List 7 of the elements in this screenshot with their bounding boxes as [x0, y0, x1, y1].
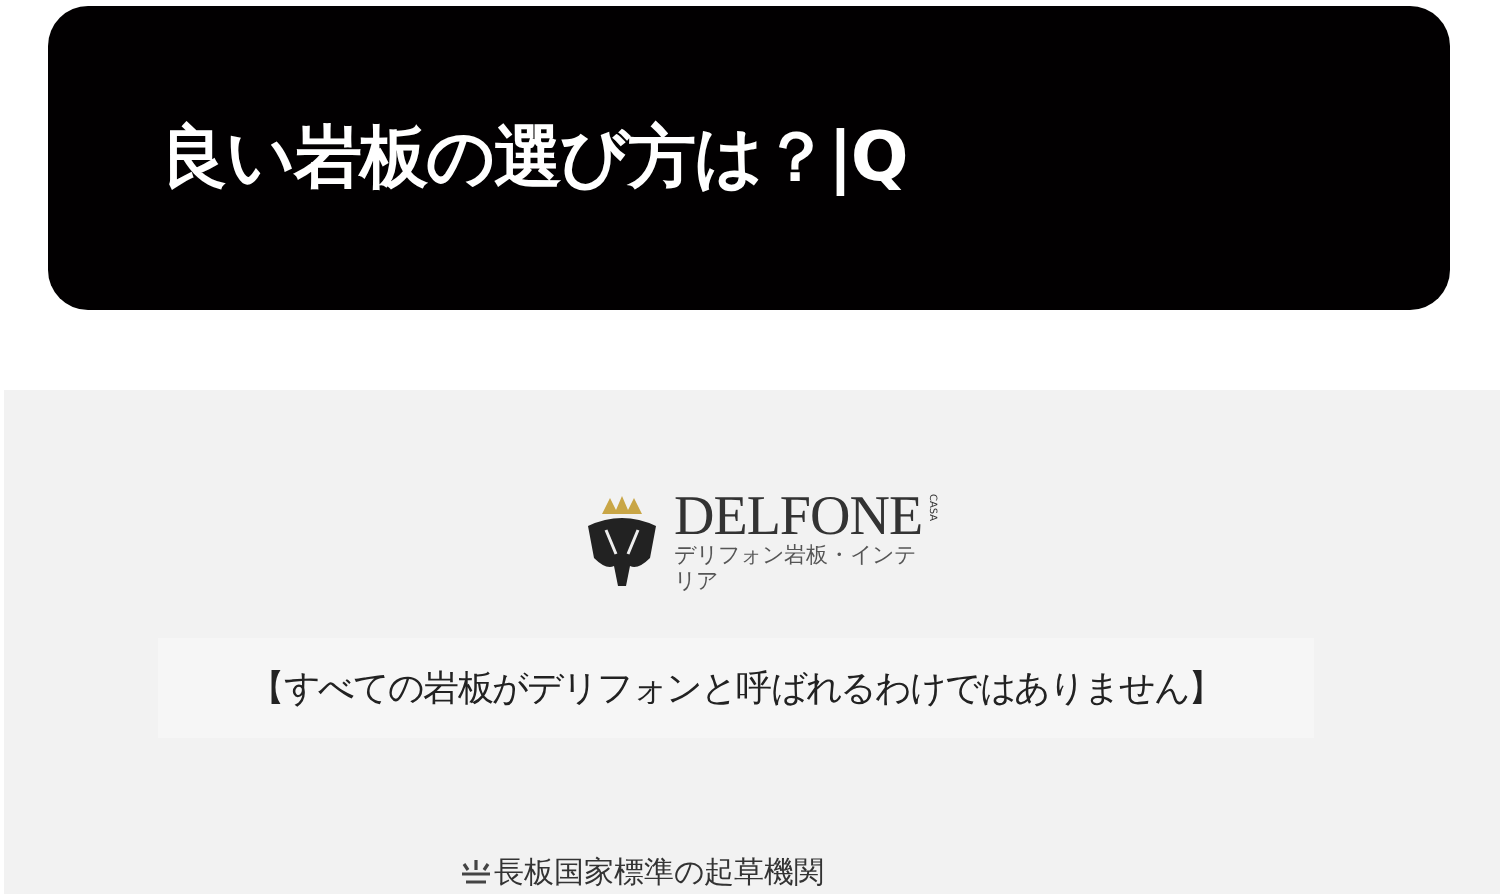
banner-title: 良い岩板の選び方は？|Q — [160, 116, 907, 202]
section-heading: 【すべての岩板がデリフォンと呼ばれるわけではありません】 — [158, 638, 1314, 738]
brand-subtitle: デリフォン岩板・インテリア — [674, 542, 918, 594]
elephant-crown-logo-icon — [582, 494, 662, 590]
mark-icon — [460, 859, 492, 887]
brand-name: DELFONE — [674, 494, 923, 542]
section-title: 長板国家標準の起草機関 — [494, 854, 824, 892]
